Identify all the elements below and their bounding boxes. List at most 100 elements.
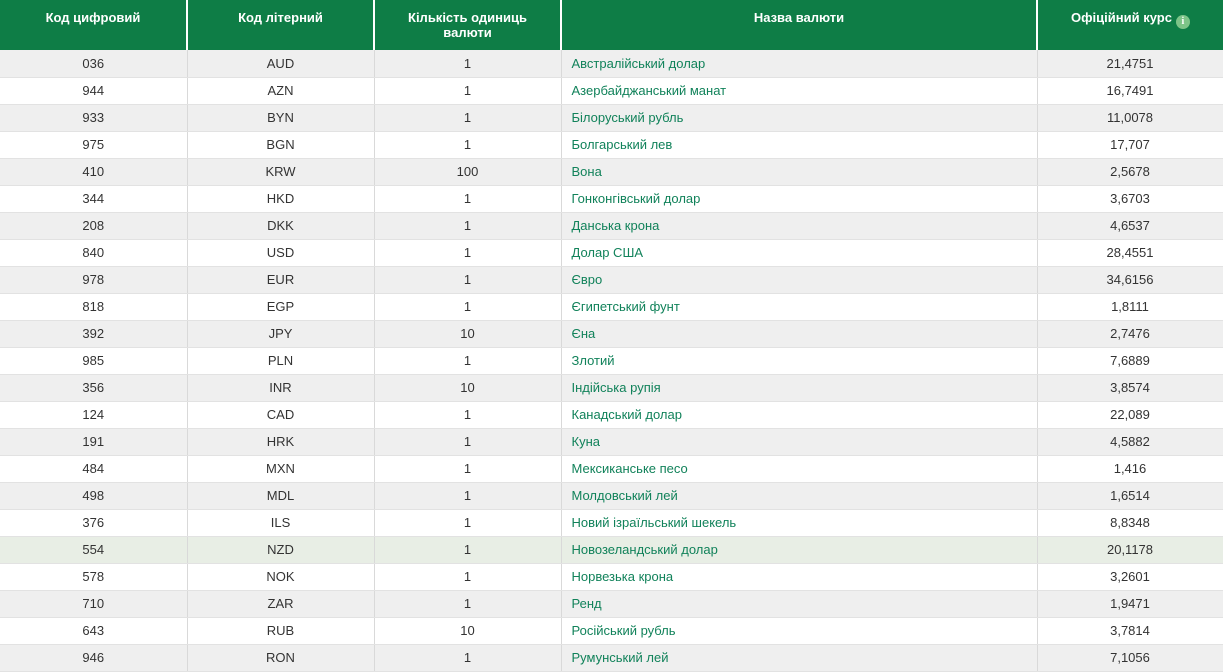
currency-name-cell: Ренд <box>561 590 1037 617</box>
official-rate-cell: 1,6514 <box>1037 482 1223 509</box>
currency-name-link[interactable]: Російський рубль <box>572 623 676 638</box>
currency-name-link[interactable]: Долар США <box>572 245 644 260</box>
currency-name-link[interactable]: Азербайджанський манат <box>572 83 727 98</box>
units-cell: 1 <box>374 239 561 266</box>
currency-name-cell: Білоруський рубль <box>561 104 1037 131</box>
official-rate-cell: 2,5678 <box>1037 158 1223 185</box>
currency-name-cell: Новозеландський долар <box>561 536 1037 563</box>
info-icon[interactable]: i <box>1176 15 1190 29</box>
currency-name-link[interactable]: Новозеландський долар <box>572 542 718 557</box>
currency-name-cell: Єгипетський фунт <box>561 293 1037 320</box>
letter-code-cell: NZD <box>187 536 374 563</box>
units-cell: 10 <box>374 320 561 347</box>
currency-name-cell: Новий ізраїльський шекель <box>561 509 1037 536</box>
letter-code-cell: CAD <box>187 401 374 428</box>
numeric-code-cell: 208 <box>0 212 187 239</box>
units-cell: 1 <box>374 401 561 428</box>
currency-name-link[interactable]: Данська крона <box>572 218 660 233</box>
letter-code-cell: RUB <box>187 617 374 644</box>
units-cell: 1 <box>374 212 561 239</box>
official-rate-cell: 17,707 <box>1037 131 1223 158</box>
currency-name-link[interactable]: Вона <box>572 164 602 179</box>
official-rate-cell: 3,7814 <box>1037 617 1223 644</box>
currency-name-link[interactable]: Норвезька крона <box>572 569 674 584</box>
units-cell: 1 <box>374 482 561 509</box>
table-row: 356 INR 10 Індійська рупія 3,8574 <box>0 374 1223 401</box>
official-rate-cell: 1,9471 <box>1037 590 1223 617</box>
official-rate-cell: 3,6703 <box>1037 185 1223 212</box>
currency-name-link[interactable]: Єгипетський фунт <box>572 299 680 314</box>
letter-code-cell: MXN <box>187 455 374 482</box>
letter-code-cell: INR <box>187 374 374 401</box>
units-cell: 1 <box>374 590 561 617</box>
currency-name-cell: Євро <box>561 266 1037 293</box>
table-row: 946 RON 1 Румунський лей 7,1056 <box>0 644 1223 671</box>
numeric-code-cell: 978 <box>0 266 187 293</box>
table-row: 975 BGN 1 Болгарський лев 17,707 <box>0 131 1223 158</box>
table-row: 818 EGP 1 Єгипетський фунт 1,8111 <box>0 293 1223 320</box>
table-row: 554 NZD 1 Новозеландський долар 20,1178 <box>0 536 1223 563</box>
numeric-code-cell: 643 <box>0 617 187 644</box>
letter-code-cell: JPY <box>187 320 374 347</box>
letter-code-cell: ILS <box>187 509 374 536</box>
official-rate-cell: 20,1178 <box>1037 536 1223 563</box>
official-rate-label: Офіційний курс <box>1071 10 1172 25</box>
numeric-code-cell: 818 <box>0 293 187 320</box>
table-row: 985 PLN 1 Злотий 7,6889 <box>0 347 1223 374</box>
numeric-code-cell: 410 <box>0 158 187 185</box>
units-cell: 1 <box>374 347 561 374</box>
currency-name-link[interactable]: Мексиканське песо <box>572 461 688 476</box>
column-header-units: Кількість одиниць валюти <box>374 0 561 50</box>
table-body: 036 AUD 1 Австралійський долар 21,4751 9… <box>0 50 1223 671</box>
currency-name-cell: Єна <box>561 320 1037 347</box>
currency-name-cell: Молдовський лей <box>561 482 1037 509</box>
table-row: 344 HKD 1 Гонконгівський долар 3,6703 <box>0 185 1223 212</box>
currency-name-link[interactable]: Ренд <box>572 596 602 611</box>
currency-name-link[interactable]: Новий ізраїльський шекель <box>572 515 737 530</box>
currency-name-link[interactable]: Злотий <box>572 353 615 368</box>
official-rate-cell: 2,7476 <box>1037 320 1223 347</box>
currency-rates-table: Код цифровий Код літерний Кількість один… <box>0 0 1223 672</box>
units-cell: 1 <box>374 455 561 482</box>
letter-code-cell: MDL <box>187 482 374 509</box>
currency-name-cell: Мексиканське песо <box>561 455 1037 482</box>
numeric-code-cell: 578 <box>0 563 187 590</box>
units-cell: 1 <box>374 644 561 671</box>
table-row: 944 AZN 1 Азербайджанський манат 16,7491 <box>0 77 1223 104</box>
numeric-code-cell: 944 <box>0 77 187 104</box>
letter-code-cell: DKK <box>187 212 374 239</box>
currency-name-link[interactable]: Румунський лей <box>572 650 669 665</box>
letter-code-cell: NOK <box>187 563 374 590</box>
letter-code-cell: USD <box>187 239 374 266</box>
table-row: 578 NOK 1 Норвезька крона 3,2601 <box>0 563 1223 590</box>
numeric-code-cell: 946 <box>0 644 187 671</box>
currency-name-link[interactable]: Австралійський долар <box>572 56 706 71</box>
currency-name-link[interactable]: Болгарський лев <box>572 137 673 152</box>
currency-name-link[interactable]: Канадський долар <box>572 407 682 422</box>
currency-name-cell: Злотий <box>561 347 1037 374</box>
currency-name-cell: Румунський лей <box>561 644 1037 671</box>
currency-name-cell: Норвезька крона <box>561 563 1037 590</box>
currency-name-link[interactable]: Євро <box>572 272 603 287</box>
currency-name-link[interactable]: Гонконгівський долар <box>572 191 701 206</box>
letter-code-cell: RON <box>187 644 374 671</box>
units-cell: 10 <box>374 617 561 644</box>
currency-name-link[interactable]: Індійська рупія <box>572 380 661 395</box>
currency-name-link[interactable]: Білоруський рубль <box>572 110 684 125</box>
currency-name-link[interactable]: Молдовський лей <box>572 488 678 503</box>
numeric-code-cell: 036 <box>0 50 187 77</box>
table-row: 710 ZAR 1 Ренд 1,9471 <box>0 590 1223 617</box>
units-cell: 1 <box>374 77 561 104</box>
table-row: 036 AUD 1 Австралійський долар 21,4751 <box>0 50 1223 77</box>
table-header: Код цифровий Код літерний Кількість один… <box>0 0 1223 50</box>
currency-name-link[interactable]: Єна <box>572 326 596 341</box>
numeric-code-cell: 344 <box>0 185 187 212</box>
official-rate-cell: 1,416 <box>1037 455 1223 482</box>
letter-code-cell: BYN <box>187 104 374 131</box>
column-header-numeric-code: Код цифровий <box>0 0 187 50</box>
units-cell: 1 <box>374 536 561 563</box>
currency-name-link[interactable]: Куна <box>572 434 600 449</box>
official-rate-cell: 8,8348 <box>1037 509 1223 536</box>
table-row: 643 RUB 10 Російський рубль 3,7814 <box>0 617 1223 644</box>
table-row: 410 KRW 100 Вона 2,5678 <box>0 158 1223 185</box>
